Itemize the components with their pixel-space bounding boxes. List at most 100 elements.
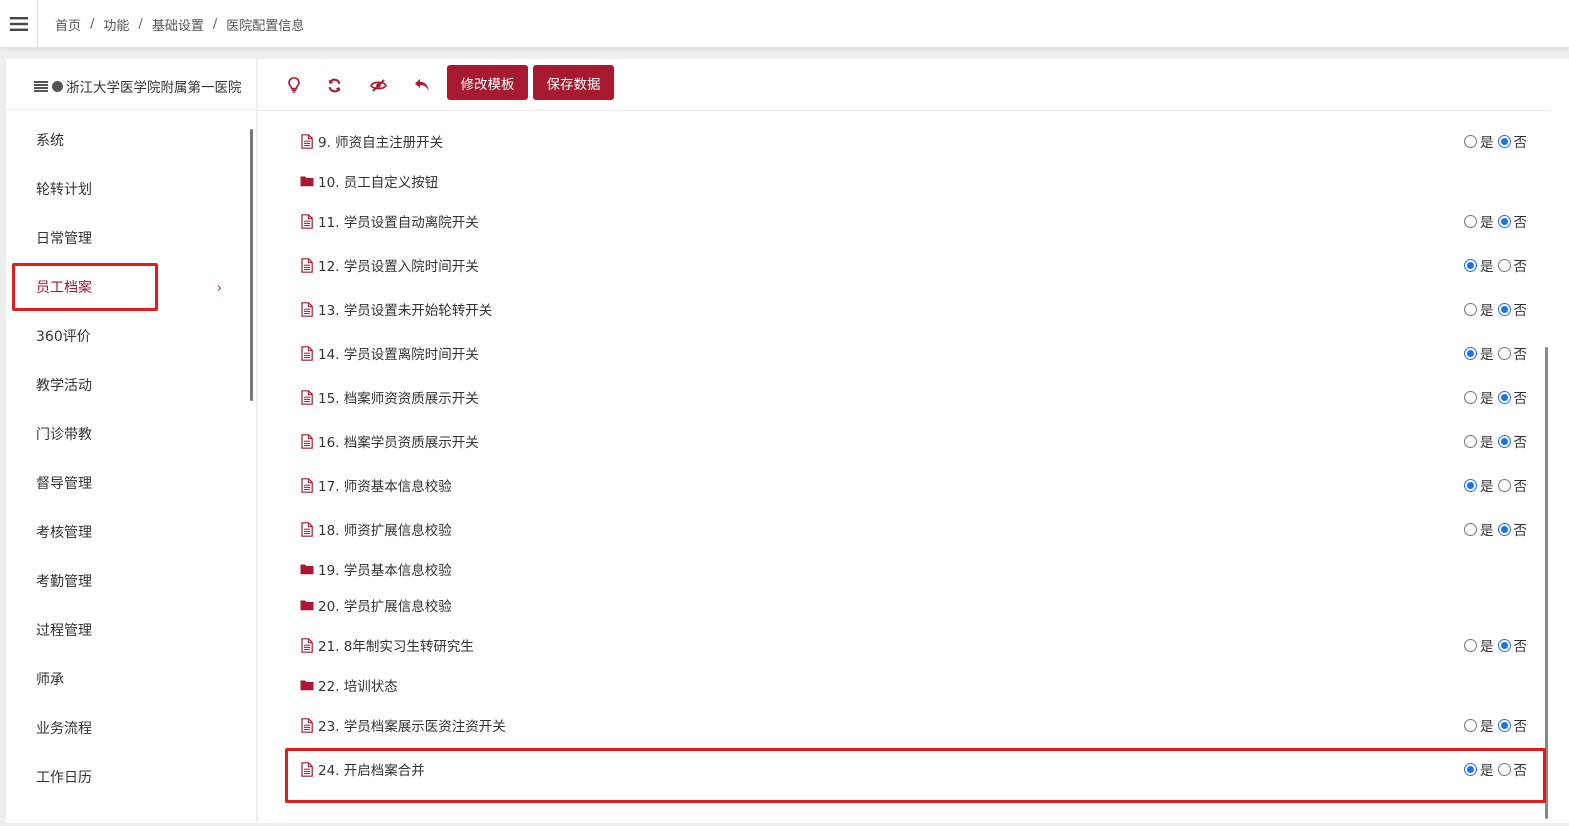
radio-option-yes[interactable]: 是 bbox=[1464, 431, 1494, 451]
top-bar: 首页 / 功能 / 基础设置 / 医院配置信息 bbox=[0, 0, 1569, 48]
sidebar-item[interactable]: 考勤管理 bbox=[6, 558, 250, 607]
sidebar-item[interactable]: 业务流程 bbox=[6, 705, 250, 754]
hospital-name: 浙江大学医学院附属第一医院 bbox=[66, 80, 242, 96]
radio-no[interactable] bbox=[1497, 302, 1511, 316]
yes-no-radio-group: 是否 bbox=[1460, 463, 1527, 507]
radio-yes[interactable] bbox=[1464, 346, 1477, 360]
sidebar-item[interactable]: 员工档案 › bbox=[6, 264, 250, 313]
sidebar-item[interactable]: 考核管理 bbox=[6, 509, 250, 558]
sidebar-item[interactable]: 360评价 bbox=[6, 313, 250, 362]
radio-option-yes[interactable]: 是 bbox=[1464, 715, 1494, 735]
radio-label-no: 否 bbox=[1513, 719, 1528, 735]
radio-no[interactable] bbox=[1497, 214, 1511, 228]
folder-icon[interactable] bbox=[300, 677, 314, 693]
sidebar-item[interactable]: 门诊带教 bbox=[6, 411, 250, 460]
radio-yes[interactable] bbox=[1464, 390, 1477, 404]
settings-row: 15. 档案师资资质展示开关是否 bbox=[300, 375, 1530, 419]
radio-yes[interactable] bbox=[1464, 302, 1477, 316]
radio-option-yes[interactable]: 是 bbox=[1464, 255, 1494, 275]
undo-icon[interactable] bbox=[410, 73, 434, 97]
setting-label: 17. 师资基本信息校验 bbox=[318, 479, 452, 495]
radio-option-yes[interactable]: 是 bbox=[1464, 759, 1494, 779]
sidebar-item[interactable]: 教学活动 bbox=[6, 362, 250, 411]
hospital-header: 浙江大学医学院附属第一医院 bbox=[34, 76, 242, 96]
sidebar-item[interactable]: 师承 bbox=[6, 656, 250, 705]
radio-option-yes[interactable]: 是 bbox=[1464, 635, 1494, 655]
radio-yes[interactable] bbox=[1464, 638, 1477, 652]
radio-no[interactable] bbox=[1497, 478, 1511, 492]
content-scrollbar[interactable] bbox=[1545, 347, 1548, 819]
radio-option-no[interactable]: 否 bbox=[1497, 387, 1527, 407]
sidebar-scrollbar[interactable] bbox=[250, 129, 253, 401]
radio-yes[interactable] bbox=[1464, 522, 1477, 536]
edit-template-button[interactable]: 修改模板 bbox=[447, 65, 528, 100]
radio-no[interactable] bbox=[1497, 346, 1511, 360]
radio-option-yes[interactable]: 是 bbox=[1464, 299, 1494, 319]
radio-no[interactable] bbox=[1497, 762, 1511, 776]
radio-yes[interactable] bbox=[1464, 134, 1477, 148]
radio-option-no[interactable]: 否 bbox=[1497, 255, 1527, 275]
radio-yes[interactable] bbox=[1464, 258, 1477, 272]
sidebar-item-label: 考核管理 bbox=[36, 525, 92, 541]
document-icon bbox=[300, 477, 314, 493]
radio-no[interactable] bbox=[1497, 434, 1511, 448]
radio-label-yes: 是 bbox=[1480, 391, 1494, 407]
document-icon bbox=[300, 637, 314, 653]
sidebar: 浙江大学医学院附属第一医院 系统轮转计划 日常管理 员工档案 › 360评价 教学活动门诊… bbox=[6, 59, 256, 823]
radio-option-no[interactable]: 否 bbox=[1497, 431, 1527, 451]
refresh-icon[interactable] bbox=[322, 73, 346, 97]
radio-yes[interactable] bbox=[1464, 762, 1477, 776]
breadcrumb-separator: / bbox=[138, 17, 143, 32]
eye-off-icon[interactable] bbox=[366, 73, 390, 97]
radio-option-yes[interactable]: 是 bbox=[1464, 519, 1494, 539]
lightbulb-icon[interactable] bbox=[282, 73, 306, 97]
radio-option-yes[interactable]: 是 bbox=[1464, 387, 1494, 407]
hamburger-menu-icon[interactable] bbox=[0, 0, 38, 48]
yes-no-radio-group: 是否 bbox=[1460, 747, 1527, 791]
radio-no[interactable] bbox=[1497, 522, 1511, 536]
radio-yes[interactable] bbox=[1464, 214, 1477, 228]
radio-option-no[interactable]: 否 bbox=[1497, 475, 1528, 495]
radio-no[interactable] bbox=[1497, 390, 1511, 404]
settings-group-row: 22. 培训状态 bbox=[300, 663, 1530, 707]
breadcrumb-basic-settings[interactable]: 基础设置 bbox=[152, 15, 204, 34]
radio-yes[interactable] bbox=[1464, 718, 1477, 732]
radio-option-no[interactable]: 否 bbox=[1497, 211, 1527, 231]
save-data-button[interactable]: 保存数据 bbox=[533, 65, 614, 100]
radio-option-no[interactable]: 否 bbox=[1497, 635, 1527, 655]
folder-icon[interactable] bbox=[300, 561, 314, 577]
sidebar-item[interactable]: 系统 bbox=[6, 117, 250, 166]
radio-no[interactable] bbox=[1497, 638, 1511, 652]
folder-icon[interactable] bbox=[300, 597, 314, 613]
sidebar-item[interactable]: 督导管理 bbox=[6, 460, 250, 509]
radio-option-no[interactable]: 否 bbox=[1497, 131, 1527, 151]
radio-no[interactable] bbox=[1497, 134, 1511, 148]
sidebar-item[interactable]: 轮转计划 bbox=[6, 166, 250, 215]
radio-option-yes[interactable]: 是 bbox=[1464, 475, 1494, 495]
radio-label-yes: 是 bbox=[1480, 719, 1494, 735]
radio-option-yes[interactable]: 是 bbox=[1464, 343, 1494, 363]
sidebar-item-label: 门诊带教 bbox=[36, 427, 92, 443]
yes-no-radio-group: 是否 bbox=[1460, 507, 1527, 551]
radio-option-yes[interactable]: 是 bbox=[1464, 211, 1494, 231]
radio-yes[interactable] bbox=[1464, 434, 1477, 448]
breadcrumb-function[interactable]: 功能 bbox=[103, 15, 129, 34]
sidebar-item[interactable]: 工作日历 bbox=[6, 754, 250, 803]
radio-option-yes[interactable]: 是 bbox=[1464, 131, 1494, 151]
yes-no-radio-group: 是否 bbox=[1460, 119, 1527, 163]
radio-option-no[interactable]: 否 bbox=[1497, 759, 1527, 779]
radio-option-no[interactable]: 否 bbox=[1497, 343, 1527, 363]
radio-no[interactable] bbox=[1497, 718, 1511, 732]
sidebar-item[interactable]: 日常管理 bbox=[6, 215, 250, 264]
setting-label: 10. 员工自定义按钮 bbox=[318, 175, 439, 191]
breadcrumb-home[interactable]: 首页 bbox=[55, 15, 81, 34]
radio-option-no[interactable]: 否 bbox=[1497, 519, 1527, 539]
folder-icon[interactable] bbox=[300, 173, 314, 189]
sidebar-item[interactable]: 过程管理 bbox=[6, 607, 250, 656]
radio-option-no[interactable]: 否 bbox=[1497, 299, 1527, 319]
radio-option-no[interactable]: 否 bbox=[1497, 715, 1528, 735]
sidebar-item-label: 系统 bbox=[36, 133, 64, 149]
radio-no[interactable] bbox=[1497, 258, 1511, 272]
radio-yes[interactable] bbox=[1464, 478, 1477, 492]
radio-label-no: 否 bbox=[1513, 479, 1528, 495]
